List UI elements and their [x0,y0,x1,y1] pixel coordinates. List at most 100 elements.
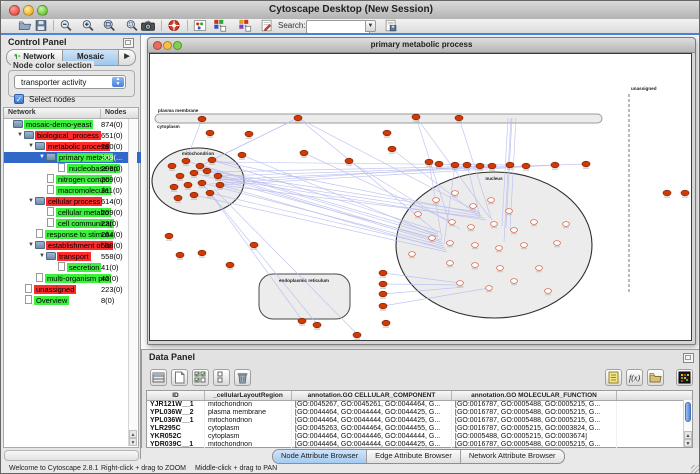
graph-node[interactable] [379,281,387,287]
graph-node[interactable] [449,220,456,225]
graph-node[interactable] [433,198,440,203]
graph-node[interactable] [353,332,361,338]
zoom-region-icon[interactable] [125,19,139,32]
network-canvas[interactable]: plasma membranecytoplasmmitochondrionnuc… [149,53,692,341]
graph-edge[interactable] [210,193,302,320]
graph-node[interactable] [203,168,211,174]
graph-node[interactable] [536,266,543,271]
graph-node[interactable] [457,281,464,286]
graph-node[interactable] [379,303,387,309]
graph-node[interactable] [531,220,538,225]
graph-node[interactable] [506,162,514,168]
network-view-icon[interactable] [193,19,207,32]
graph-node[interactable] [486,286,493,291]
zoom-out-icon[interactable] [59,19,73,32]
tree-header-network[interactable]: Network [8,109,36,116]
import-network-icon[interactable] [212,19,228,32]
open-attribute-file-icon[interactable] [647,369,664,386]
snapshot-camera-icon[interactable] [139,19,157,32]
tree-expander-icon[interactable]: ▼ [27,196,35,207]
tree-row[interactable]: mosaic-demo-yeast874(0) [4,119,133,130]
graph-node[interactable] [388,146,396,152]
select-all-attributes-icon[interactable] [192,369,209,386]
delete-attribute-icon[interactable] [234,369,251,386]
graph-node[interactable] [468,225,475,230]
graph-node[interactable] [425,159,433,165]
graph-node[interactable] [563,222,570,227]
graph-node[interactable] [463,162,471,168]
graph-node[interactable] [170,184,178,190]
graph-node[interactable] [174,195,182,201]
graph-node[interactable] [451,162,459,168]
open-file-icon[interactable] [18,19,32,32]
window-titlebar[interactable]: Cytoscape Desktop (New Session) [1,1,700,20]
graph-node[interactable] [415,212,422,217]
tree-expander-icon[interactable]: ▼ [27,141,35,152]
graph-node[interactable] [198,116,206,122]
formula-builder-icon[interactable]: f(x) [626,369,643,386]
graph-node[interactable] [216,182,224,188]
tree-expander-icon[interactable]: ▼ [38,251,46,262]
search-input[interactable] [306,20,370,34]
graph-node[interactable] [511,279,518,284]
tabs-overflow-icon[interactable]: ▶ [119,50,135,65]
network-view-window[interactable]: primary metabolic process plasma membran… [147,37,696,345]
graph-node[interactable] [196,163,204,169]
graph-node[interactable] [190,170,198,176]
attribute-grid-icon[interactable] [150,369,167,386]
graph-node[interactable] [429,236,436,241]
scroll-up-icon[interactable]: ▲ [129,430,137,438]
graph-node[interactable] [226,262,234,268]
graph-node[interactable] [497,266,504,271]
graph-node[interactable] [176,173,184,179]
graph-node[interactable] [582,161,590,167]
resize-grip[interactable] [691,465,700,474]
tree-scrollbar[interactable]: ▲ ▼ [128,119,137,446]
graph-node[interactable] [176,252,184,258]
graph-node[interactable] [182,158,190,164]
graph-node[interactable] [379,291,387,297]
scroll-down-icon[interactable]: ▼ [684,439,692,447]
graph-node[interactable] [345,158,353,164]
table-scrollbar[interactable]: ▲ ▼ [683,400,692,447]
graph-node[interactable] [298,318,306,324]
table-row[interactable]: YPL036W__1mitochondrion[GO:0044464, GO:0… [147,417,692,425]
tree-row[interactable]: Overview8(0) [4,295,144,306]
graph-node[interactable] [208,157,216,163]
graph-node[interactable] [663,190,671,196]
table-row[interactable]: YKR052Ccytoplasm[GO:0044464, GO:0044446,… [147,433,692,441]
graph-node[interactable] [300,150,308,156]
new-attribute-icon[interactable] [171,369,188,386]
save-session-icon[interactable] [34,19,48,32]
float-panel-icon[interactable] [683,353,694,363]
tree-row[interactable]: unassigned223(0) [4,284,144,295]
graph-node[interactable] [313,322,321,328]
graph-node[interactable] [190,192,198,198]
float-panel-icon[interactable] [123,38,134,48]
combo-stepper-icon[interactable]: ▲▼ [112,77,124,87]
column-header[interactable]: annotation.GO CELLULAR_COMPONENT [292,391,452,400]
graph-node[interactable] [245,131,253,137]
graph-node[interactable] [168,163,176,169]
import-attributes-icon[interactable] [605,369,622,386]
tree-row[interactable]: ▼biological_process651(0) [4,130,144,141]
scroll-up-icon[interactable]: ▲ [684,431,692,439]
tree-header-nodes[interactable]: Nodes [100,109,126,118]
graph-node[interactable] [521,243,528,248]
graph-node[interactable] [551,162,559,168]
graph-node[interactable] [409,252,416,257]
annotation-icon[interactable] [260,19,274,32]
help-lifering-icon[interactable] [167,19,181,32]
graph-node[interactable] [198,180,206,186]
select-nodes-checkbox[interactable]: ✓ [14,94,24,104]
table-row[interactable]: YLR295Ccytoplasm[GO:0045263, GO:0044464,… [147,425,692,433]
graph-node[interactable] [452,191,459,196]
table-row[interactable]: YJR121W__1mitochondrion[GO:0045267, GO:0… [147,401,692,409]
graph-node[interactable] [545,289,552,294]
search-dropdown-icon[interactable]: ▼ [365,20,376,32]
graph-node[interactable] [491,222,498,227]
tree-expander-icon[interactable]: ▼ [38,152,46,163]
graph-node[interactable] [447,241,454,246]
network-window-titlebar[interactable]: primary metabolic process [148,38,695,53]
column-header[interactable]: annotation.GO MOLECULAR_FUNCTION [452,391,617,400]
